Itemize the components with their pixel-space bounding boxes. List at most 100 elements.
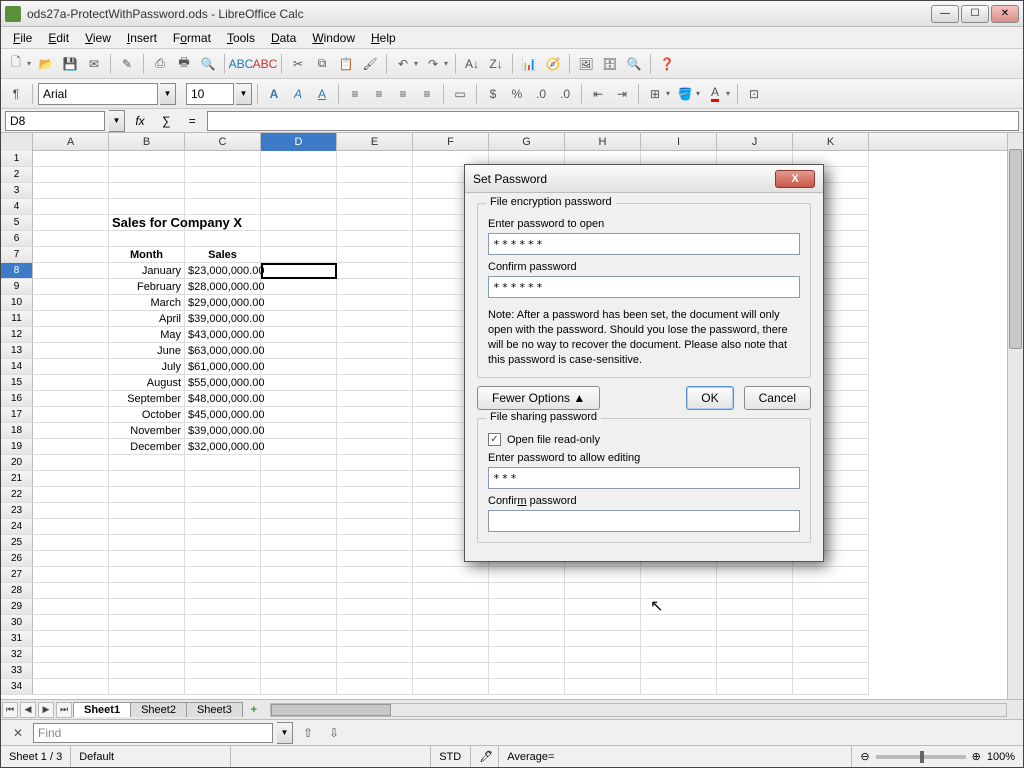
cell[interactable]	[33, 567, 109, 583]
col-header-J[interactable]: J	[717, 133, 793, 151]
row-header[interactable]: 30	[1, 615, 33, 631]
cell[interactable]	[185, 503, 261, 519]
cell[interactable]	[261, 295, 337, 311]
cell[interactable]	[109, 535, 185, 551]
cell[interactable]	[337, 583, 413, 599]
find-dropdown-icon[interactable]: ▼	[277, 722, 293, 744]
dialog-close-icon[interactable]: X	[775, 170, 815, 188]
cell[interactable]	[261, 583, 337, 599]
format-paint-icon[interactable]: 🖌	[359, 53, 381, 75]
cell[interactable]	[33, 247, 109, 263]
cell[interactable]	[489, 599, 565, 615]
edit-icon[interactable]: ✎	[116, 53, 138, 75]
align-justify-icon[interactable]: ≡	[416, 83, 438, 105]
chart-icon[interactable]: 📊	[518, 53, 540, 75]
find-next-icon[interactable]: ⇩	[323, 722, 345, 744]
cell[interactable]	[109, 487, 185, 503]
cell[interactable]	[109, 679, 185, 695]
indent-dec-icon[interactable]: ⇤	[587, 83, 609, 105]
cell[interactable]	[185, 471, 261, 487]
cell[interactable]	[185, 663, 261, 679]
menu-file[interactable]: File	[5, 29, 40, 47]
cell[interactable]	[261, 231, 337, 247]
zoom-icon[interactable]: 🔍	[623, 53, 645, 75]
cell[interactable]	[337, 279, 413, 295]
cell[interactable]	[717, 599, 793, 615]
fewer-options-button[interactable]: Fewer Options ▲	[477, 386, 600, 410]
zoom-out-icon[interactable]: ⊖	[860, 750, 869, 763]
bgcolor-icon[interactable]: 🪣	[674, 83, 696, 105]
confirm-password-input[interactable]	[488, 276, 800, 298]
cell[interactable]	[185, 519, 261, 535]
dialog-titlebar[interactable]: Set Password X	[465, 165, 823, 193]
cell[interactable]: Sales	[185, 247, 261, 263]
decimal-del-icon[interactable]: .0	[554, 83, 576, 105]
align-right-icon[interactable]: ≡	[392, 83, 414, 105]
zoom-in-icon[interactable]: ⊕	[972, 750, 981, 763]
cell[interactable]	[33, 199, 109, 215]
cell[interactable]: April	[109, 311, 185, 327]
status-signature-icon[interactable]: 🖊	[471, 746, 499, 767]
cell[interactable]	[337, 535, 413, 551]
maximize-button[interactable]: ☐	[961, 5, 989, 23]
align-left-icon[interactable]: ≡	[344, 83, 366, 105]
col-header-C[interactable]: C	[185, 133, 261, 151]
font-size-combo[interactable]: 10	[186, 83, 234, 105]
cell[interactable]	[33, 407, 109, 423]
open-icon[interactable]: 📂	[35, 53, 57, 75]
cell[interactable]	[109, 599, 185, 615]
cell[interactable]	[109, 199, 185, 215]
cell[interactable]	[261, 615, 337, 631]
cell[interactable]	[33, 439, 109, 455]
zoom-value[interactable]: 100%	[987, 751, 1015, 763]
cell[interactable]	[33, 167, 109, 183]
cell[interactable]: $55,000,000.00	[185, 375, 261, 391]
cell[interactable]	[33, 327, 109, 343]
cell[interactable]	[413, 599, 489, 615]
cell[interactable]	[33, 631, 109, 647]
cell[interactable]	[33, 615, 109, 631]
tab-nav-prev-icon[interactable]: ◀	[20, 702, 36, 718]
close-button[interactable]: ✕	[991, 5, 1019, 23]
cell[interactable]	[261, 647, 337, 663]
cell[interactable]	[109, 231, 185, 247]
cell[interactable]	[337, 151, 413, 167]
email-icon[interactable]: ✉	[83, 53, 105, 75]
cell[interactable]	[565, 615, 641, 631]
cell[interactable]	[717, 647, 793, 663]
cell[interactable]	[337, 423, 413, 439]
vertical-scrollbar[interactable]	[1007, 133, 1023, 699]
cell[interactable]	[33, 423, 109, 439]
col-header-A[interactable]: A	[33, 133, 109, 151]
row-header[interactable]: 15	[1, 375, 33, 391]
cell[interactable]	[33, 279, 109, 295]
row-header[interactable]: 33	[1, 663, 33, 679]
cell[interactable]: Month	[109, 247, 185, 263]
cell[interactable]	[337, 167, 413, 183]
status-calc[interactable]: Average=	[499, 746, 852, 767]
cell[interactable]	[33, 295, 109, 311]
cut-icon[interactable]: ✂	[287, 53, 309, 75]
cell[interactable]	[337, 567, 413, 583]
autospell-icon[interactable]: ABC	[254, 53, 276, 75]
cell[interactable]	[793, 599, 869, 615]
cell[interactable]	[337, 503, 413, 519]
cell[interactable]	[261, 407, 337, 423]
cell[interactable]	[717, 663, 793, 679]
row-header[interactable]: 1	[1, 151, 33, 167]
tab-nav-last-icon[interactable]: ⏭	[56, 702, 72, 718]
cell[interactable]	[33, 455, 109, 471]
cell[interactable]	[185, 567, 261, 583]
cell[interactable]	[793, 663, 869, 679]
cell[interactable]	[337, 455, 413, 471]
minimize-button[interactable]: —	[931, 5, 959, 23]
cell[interactable]: $45,000,000.00	[185, 407, 261, 423]
cell[interactable]	[337, 247, 413, 263]
cell[interactable]	[33, 471, 109, 487]
cell[interactable]	[261, 519, 337, 535]
ok-button[interactable]: OK	[686, 386, 733, 410]
cell[interactable]	[261, 663, 337, 679]
cell[interactable]: $28,000,000.00	[185, 279, 261, 295]
cell[interactable]: October	[109, 407, 185, 423]
cell[interactable]	[109, 167, 185, 183]
